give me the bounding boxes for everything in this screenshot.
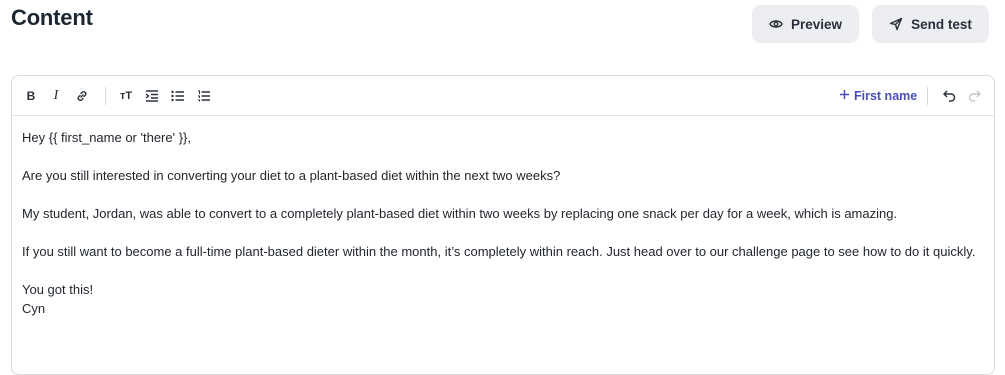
send-test-button[interactable]: Send test	[872, 5, 989, 43]
preview-label: Preview	[790, 16, 843, 32]
editor-toolbar: B I тT First name	[12, 76, 994, 116]
email-signoff: You got this!	[22, 282, 94, 297]
insert-first-name-button[interactable]: First name	[839, 87, 917, 105]
toolbar-divider	[927, 87, 928, 105]
send-test-label: Send test	[911, 16, 972, 32]
email-paragraph: Are you still interested in converting y…	[22, 168, 561, 183]
redo-icon[interactable]	[965, 87, 983, 105]
italic-icon[interactable]: I	[47, 87, 65, 105]
numbered-list-icon[interactable]	[195, 87, 213, 105]
eye-icon	[769, 18, 783, 30]
toolbar-divider	[105, 87, 106, 105]
link-icon[interactable]	[73, 87, 91, 105]
merge-tag-label: First name	[854, 89, 918, 103]
email-paragraph: My student, Jordan, was able to convert …	[22, 206, 898, 221]
indent-icon[interactable]	[143, 87, 161, 105]
email-greeting: Hey {{ first_name or 'there' }},	[22, 130, 191, 145]
undo-icon[interactable]	[940, 87, 958, 105]
bullet-list-icon[interactable]	[169, 87, 187, 105]
send-icon	[889, 17, 903, 31]
page-title: Content	[11, 5, 93, 30]
plus-icon	[839, 89, 850, 103]
email-editor[interactable]: B I тT First name Hey {{ first_name or '…	[11, 75, 995, 375]
text-size-icon[interactable]: тT	[117, 87, 135, 105]
email-body[interactable]: Hey {{ first_name or 'there' }}, Are you…	[12, 116, 994, 318]
email-signature: Cyn	[22, 301, 46, 316]
bold-icon[interactable]: B	[22, 87, 40, 105]
email-paragraph: If you still want to become a full-time …	[22, 244, 976, 259]
preview-button[interactable]: Preview	[752, 5, 859, 43]
